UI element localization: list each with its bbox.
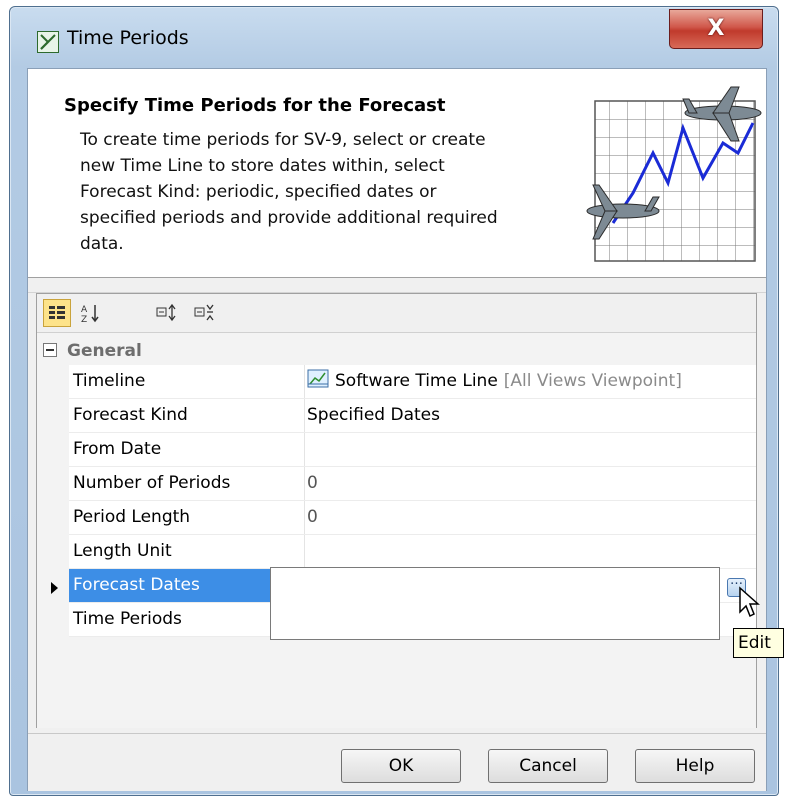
property-row-timeline[interactable]: Timeline Software Time Line [All Views Vi… — [69, 365, 756, 399]
property-value[interactable]: Specified Dates — [307, 399, 440, 432]
mouse-cursor-icon — [739, 586, 760, 618]
header-separator — [28, 278, 766, 293]
time-periods-icon — [37, 31, 59, 53]
property-value[interactable]: 0 — [307, 467, 318, 500]
group-general[interactable]: General — [37, 337, 756, 364]
header-title: Specify Time Periods for the Forecast — [64, 95, 446, 116]
cancel-button[interactable]: Cancel — [488, 749, 608, 783]
property-name: Number of Periods — [69, 467, 305, 500]
dialog-client-area: Specify Time Periods for the Forecast To… — [27, 68, 767, 791]
edit-tooltip: Edit — [733, 628, 784, 658]
expand-all-icon[interactable] — [153, 299, 181, 327]
property-row-forecast-kind[interactable]: Forecast Kind Specified Dates — [69, 399, 756, 433]
forecast-chart-airplanes-icon — [586, 86, 762, 262]
property-name: Period Length — [69, 501, 305, 534]
timeline-viewpoint: [All Views Viewpoint] — [503, 371, 682, 391]
property-value[interactable]: Software Time Line [All Views Viewpoint] — [307, 365, 682, 398]
row-pointer-icon — [51, 582, 58, 594]
property-name: Forecast Kind — [69, 399, 305, 432]
property-row-period-length[interactable]: Period Length 0 — [69, 501, 756, 535]
property-row-length-unit[interactable]: Length Unit — [69, 535, 756, 569]
close-button[interactable]: X — [669, 9, 763, 49]
title-bar[interactable]: Time Periods X — [10, 7, 778, 67]
header-description: To create time periods for SV-9, select … — [80, 130, 498, 254]
property-value[interactable]: 0 — [307, 501, 318, 534]
close-icon: X — [707, 16, 725, 41]
svg-text:Z: Z — [81, 315, 87, 324]
help-button[interactable]: Help — [635, 749, 755, 783]
sort-alphabetically-icon[interactable]: A Z — [77, 299, 105, 327]
collapse-all-icon[interactable] — [191, 299, 219, 327]
button-bar: OK Cancel Help — [28, 733, 766, 791]
ok-button[interactable]: OK — [341, 749, 461, 783]
forecast-dates-editor[interactable] — [270, 567, 720, 640]
property-name: Timeline — [69, 365, 305, 398]
timeline-name: Software Time Line — [335, 371, 498, 391]
property-row-number-of-periods[interactable]: Number of Periods 0 — [69, 467, 756, 501]
dialog-window: Time Periods X Specify Time Periods for … — [9, 6, 779, 796]
group-label: General — [67, 341, 142, 361]
window-title: Time Periods — [67, 27, 189, 49]
timeline-icon — [307, 369, 329, 388]
property-row-from-date[interactable]: From Date — [69, 433, 756, 467]
property-name: Length Unit — [69, 535, 305, 568]
properties-toolbar: A Z — [37, 294, 756, 332]
categorized-view-icon[interactable] — [43, 299, 71, 327]
collapse-group-icon[interactable] — [43, 343, 57, 357]
property-grid: General Timeline Software Time Line [All … — [37, 332, 756, 728]
properties-panel: A Z General Timeline Software Time Line … — [36, 293, 757, 728]
wizard-header: Specify Time Periods for the Forecast To… — [28, 69, 766, 278]
svg-text:A: A — [81, 305, 88, 315]
property-name: From Date — [69, 433, 305, 466]
